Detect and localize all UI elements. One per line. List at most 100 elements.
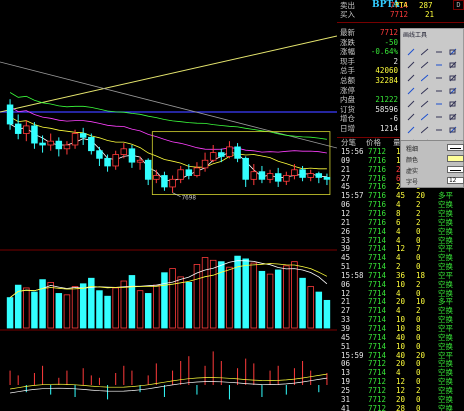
draw-tool-icon[interactable] [420,119,429,134]
draw-tool-icon[interactable] [449,132,457,147]
tick-price: 7714 [368,226,387,236]
line-width-select[interactable] [447,144,464,151]
tick-vol: 20 [396,297,406,307]
tick-row: 25 7712 12 2 空换 [340,386,460,395]
candle-body [63,144,71,150]
tick-row: 33 7714 10 0 空换 [340,315,460,324]
ask-label: 卖出 [340,1,355,10]
draw-tool-icon[interactable] [435,119,443,131]
style-label-width: 粗细 [406,146,419,153]
line-dash-select[interactable] [447,166,464,173]
draw-tool-icon[interactable] [407,67,415,82]
draw-tool-icon[interactable] [407,119,415,134]
draw-tool-icon[interactable] [449,54,457,69]
tick-price: 7714 [368,244,387,254]
tick-oi: 0 [416,226,421,236]
volume-bar [250,262,258,329]
tick-time: 33 [341,315,351,325]
volume-bar [209,259,217,329]
draw-tool-icon[interactable] [449,41,457,56]
period-switch-button[interactable]: D [453,0,464,10]
volume-bar [258,270,266,329]
draw-tool-icon[interactable] [449,67,457,82]
volume-bar [55,293,63,329]
draw-tool-icon[interactable] [435,132,443,144]
kline-chart-area[interactable]: 7698 [0,0,337,411]
candle-body [315,173,323,178]
tick-oi: 2 [416,200,421,210]
tick-time: 13 [341,368,351,378]
volume-bar [291,261,298,329]
candle-body [39,142,46,146]
ticks-header-price: 价格 [366,138,381,147]
volume-bar [201,257,209,329]
style-label-color: 颜色 [406,157,419,164]
font-size-input[interactable]: 12 [447,177,464,184]
tick-oi: 0 [416,368,421,378]
tick-oi: 2 [416,208,421,218]
tick-price: 7714 [368,270,387,280]
tick-oi: 18 [416,270,426,280]
drawing-tool-panel[interactable]: 画线工具 [400,28,464,147]
draw-tool-icon[interactable] [420,41,429,56]
draw-tool-icon[interactable] [435,54,443,66]
volume-bar [120,280,128,329]
draw-tool-icon[interactable] [407,80,415,95]
tick-vol: 4 [396,235,401,245]
tick-oi: 7 [416,244,421,254]
tick-price: 7712 [368,147,387,156]
draw-tool-icon[interactable] [449,80,457,95]
tick-type: 空平 [438,270,453,280]
tick-type: 空平 [438,244,453,254]
tick-time: 15:57 [341,191,364,201]
consolidation-box [151,131,331,195]
candle-body [266,173,274,180]
draw-tool-icon[interactable] [435,41,443,53]
tick-price: 7716 [368,155,387,165]
draw-tool-icon[interactable] [449,119,457,134]
tick-time: 21 [341,164,351,174]
min-price-label: 7698 [182,195,197,202]
draw-tool-icon[interactable] [449,93,457,108]
tick-oi: 0 [416,235,421,245]
tick-oi: 2 [416,279,421,289]
candle-body [234,146,241,159]
candle-body [323,177,331,180]
draw-tool-icon[interactable] [407,93,415,108]
draw-tool-icon[interactable] [420,93,429,108]
tick-vol: 6 [396,217,401,227]
tick-row: 45 7714 4 0 空换 [340,253,460,262]
candle-body [307,173,314,178]
tick-price: 7714 [368,235,387,245]
volume-bar [177,276,184,329]
line-style-panel[interactable]: 粗细 颜色 虚实 字号 12 [400,140,464,188]
tick-price: 7714 [368,341,387,351]
tick-vol: 4 [396,226,401,236]
draw-tool-icon[interactable] [407,132,415,147]
tick-price: 7714 [368,324,387,333]
tick-time: 25 [341,385,351,395]
draw-tool-icon[interactable] [420,54,429,69]
candle-body [218,152,225,157]
draw-tool-icon[interactable] [435,67,443,79]
tick-time: 26 [341,226,351,236]
draw-tool-icon[interactable] [420,132,429,147]
volume-bar [47,281,54,329]
tick-type: 空换 [438,315,453,325]
tick-price: 7716 [368,164,387,174]
draw-tool-icon[interactable] [407,41,415,56]
ticks-header-time: 分笔 [341,138,356,147]
tick-vol: 28 [396,403,406,411]
draw-tool-icon[interactable] [420,106,429,121]
tick-type: 空换 [438,368,453,378]
draw-tool-icon[interactable] [435,93,443,105]
draw-tool-icon[interactable] [435,106,443,118]
draw-tool-icon[interactable] [449,106,457,121]
draw-tool-icon[interactable] [435,80,443,92]
draw-tool-icon[interactable] [407,54,415,69]
draw-tool-icon[interactable] [407,106,415,121]
draw-tool-icon[interactable] [420,80,429,95]
draw-tool-icon[interactable] [420,67,429,82]
line-color-select[interactable] [447,155,464,162]
volume-bar [23,287,30,329]
